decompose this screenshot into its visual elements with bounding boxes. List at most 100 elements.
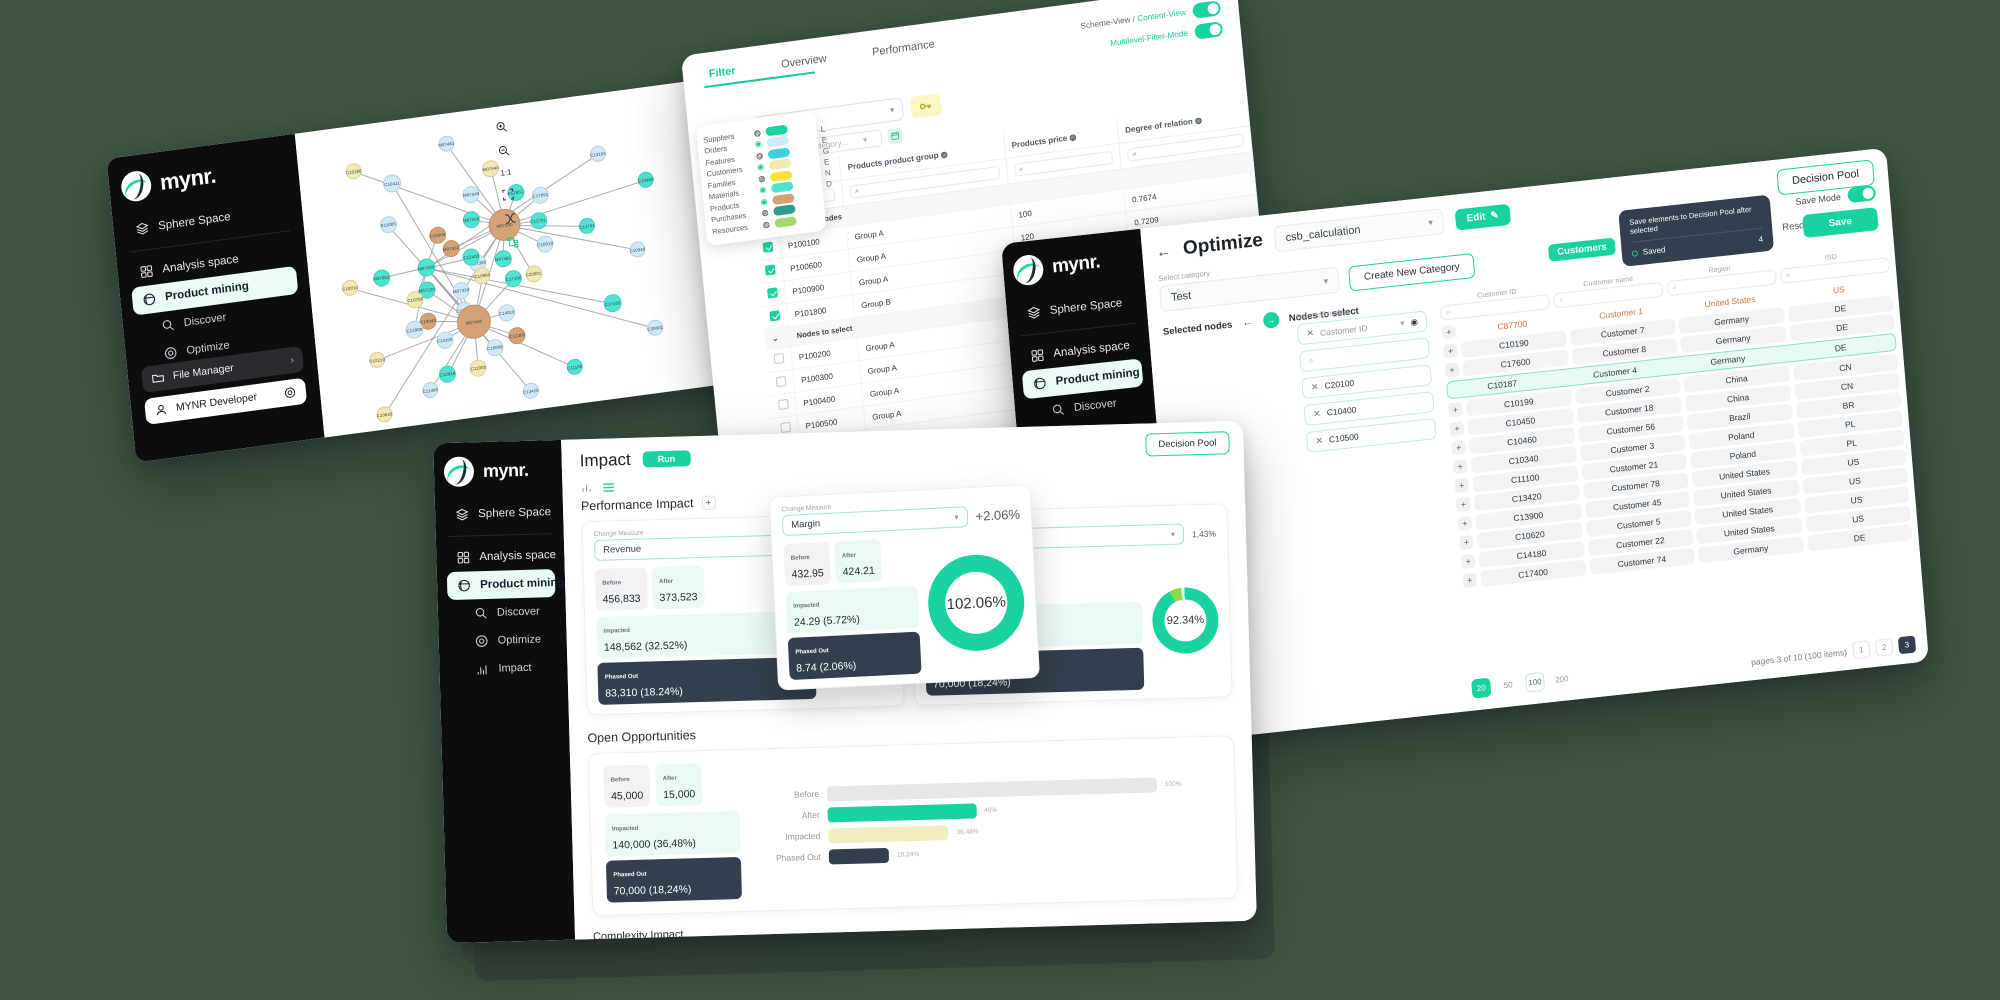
graph-node[interactable]: M07450: [441, 238, 461, 259]
page-size-50[interactable]: 50: [1498, 675, 1518, 696]
zoom-in-icon[interactable]: [494, 120, 508, 135]
graph-node[interactable]: C11100: [565, 357, 584, 376]
row-checkbox[interactable]: [773, 353, 785, 365]
decision-pool-button[interactable]: Decision Pool: [1145, 431, 1230, 457]
graph-node[interactable]: C12309: [507, 325, 527, 345]
row-checkbox[interactable]: [777, 398, 789, 411]
graph-node[interactable]: M07330: [451, 280, 471, 301]
row-checkbox-cell[interactable]: [766, 346, 793, 373]
graph-node[interactable]: C12018: [438, 364, 457, 385]
expand-row-button[interactable]: +: [1441, 324, 1457, 340]
page-2-button[interactable]: 2: [1874, 637, 1894, 657]
eye-icon[interactable]: ◉: [759, 185, 767, 195]
eye-off-icon[interactable]: ◍: [1194, 115, 1202, 125]
expand-row-button[interactable]: +: [1444, 362, 1460, 378]
expand-row-button[interactable]: +: [1460, 553, 1476, 570]
eye-icon[interactable]: ◉: [1410, 316, 1418, 328]
graph-node[interactable]: C11000: [469, 357, 488, 378]
sidebar-item-sphere-space[interactable]: Sphere Space: [124, 195, 291, 245]
row-checkbox[interactable]: [769, 310, 781, 322]
arrow-left-icon[interactable]: ←: [1242, 316, 1254, 329]
graph-node[interactable]: C20001: [646, 318, 664, 337]
graph-node[interactable]: M07440: [481, 159, 500, 179]
graph-node[interactable]: C10188: [344, 162, 363, 181]
expand-row-button[interactable]: +: [1449, 420, 1465, 437]
eye-off-icon[interactable]: ◍: [753, 128, 761, 138]
run-button[interactable]: Run: [642, 450, 691, 468]
eye-off-icon[interactable]: ◍: [756, 150, 764, 160]
zoom-out-icon[interactable]: [497, 143, 511, 158]
row-checkbox[interactable]: [775, 375, 787, 388]
page-1-button[interactable]: 1: [1852, 640, 1871, 660]
row-checkbox[interactable]: [780, 421, 792, 434]
sidebar-item-optimize[interactable]: Optimize: [448, 625, 557, 656]
graph-node[interactable]: C10010: [341, 278, 359, 297]
expand-row-button[interactable]: +: [1452, 458, 1468, 475]
eye-off-icon[interactable]: ◍: [762, 219, 770, 229]
graph-node[interactable]: M07500: [462, 209, 481, 230]
page-3-button[interactable]: 3: [1897, 635, 1917, 655]
graph-node[interactable]: C13900: [404, 319, 425, 340]
row-checkbox[interactable]: [764, 264, 776, 276]
graph-node[interactable]: C14100: [435, 330, 454, 350]
add-metric-button[interactable]: +: [701, 495, 716, 510]
graph-node[interactable]: C13420: [522, 381, 540, 400]
sidebar-item-analysis-space[interactable]: Analysis space: [446, 541, 556, 572]
sidebar-item-discover[interactable]: Discover: [448, 597, 557, 628]
table-view-icon[interactable]: [601, 480, 615, 494]
chart-view-icon[interactable]: [580, 481, 594, 495]
expand-row-button[interactable]: +: [1462, 572, 1478, 588]
save-mode-toggle[interactable]: [1847, 185, 1877, 204]
graph-node[interactable]: C10620: [375, 405, 394, 424]
tab-overview[interactable]: Overview: [781, 53, 828, 71]
eye-off-icon[interactable]: ◍: [940, 149, 948, 159]
row-checkbox-cell[interactable]: [757, 257, 784, 285]
graph-node[interactable]: C14010: [497, 302, 517, 323]
graph-node[interactable]: C10340: [628, 240, 647, 259]
key-button[interactable]: [909, 92, 942, 119]
eye-icon[interactable]: ◉: [760, 196, 768, 206]
expand-row-button[interactable]: +: [1454, 477, 1470, 494]
expand-row-button[interactable]: +: [1458, 534, 1475, 551]
eye-icon[interactable]: ◉: [757, 162, 765, 172]
graph-node[interactable]: C11400: [421, 381, 440, 400]
expand-row-button[interactable]: +: [1451, 439, 1467, 456]
shuffle-layout-icon[interactable]: [503, 211, 517, 226]
sidebar-item-sphere-space[interactable]: Sphere Space: [1016, 288, 1138, 329]
row-checkbox-cell[interactable]: [770, 392, 798, 419]
graph-node[interactable]: C10411: [382, 173, 402, 194]
sidebar-item-product-mining[interactable]: Product mining: [446, 569, 565, 601]
tab-performance[interactable]: Performance: [872, 38, 936, 58]
graph-node[interactable]: C12701: [578, 216, 596, 235]
sidebar-item-sphere-space[interactable]: Sphere Space: [445, 498, 554, 529]
sidebar-item-impact[interactable]: Impact: [449, 653, 558, 684]
graph-node[interactable]: C10210: [368, 350, 386, 369]
fit-screen-icon[interactable]: [501, 187, 515, 202]
page-size-100[interactable]: 100: [1524, 671, 1546, 693]
graph-node[interactable]: C12701: [528, 210, 548, 230]
calendar-icon[interactable]: [887, 127, 904, 145]
tree-layout-icon[interactable]: [506, 235, 520, 250]
expand-row-button[interactable]: +: [1442, 343, 1459, 359]
multilevel-filter-toggle[interactable]: [1194, 21, 1224, 40]
graph-node[interactable]: C10460: [637, 170, 655, 189]
graph-node[interactable]: C13100: [589, 144, 607, 163]
graph-node[interactable]: C10500: [428, 225, 447, 245]
eye-off-icon[interactable]: ◍: [758, 173, 766, 183]
tab-filter[interactable]: Filter: [708, 65, 736, 81]
close-icon[interactable]: ✕: [1313, 408, 1321, 419]
back-button[interactable]: ←: [1156, 242, 1172, 261]
row-checkbox[interactable]: [762, 241, 774, 253]
page-size-20[interactable]: 20: [1471, 677, 1492, 699]
expand-row-button[interactable]: +: [1455, 496, 1471, 513]
graph-node[interactable]: M07602: [372, 268, 391, 288]
row-checkbox[interactable]: [767, 287, 778, 299]
close-icon[interactable]: ✕: [1306, 328, 1314, 340]
arrow-right-icon[interactable]: →: [1262, 311, 1280, 330]
graph-node[interactable]: C10010: [536, 234, 555, 255]
zoom-ratio-label[interactable]: 1:1: [500, 167, 512, 177]
expand-row-button[interactable]: +: [1447, 402, 1463, 418]
row-checkbox-cell[interactable]: [759, 280, 787, 307]
edit-button[interactable]: Edit ✎: [1454, 203, 1511, 231]
graph-node[interactable]: C10008: [485, 338, 505, 358]
